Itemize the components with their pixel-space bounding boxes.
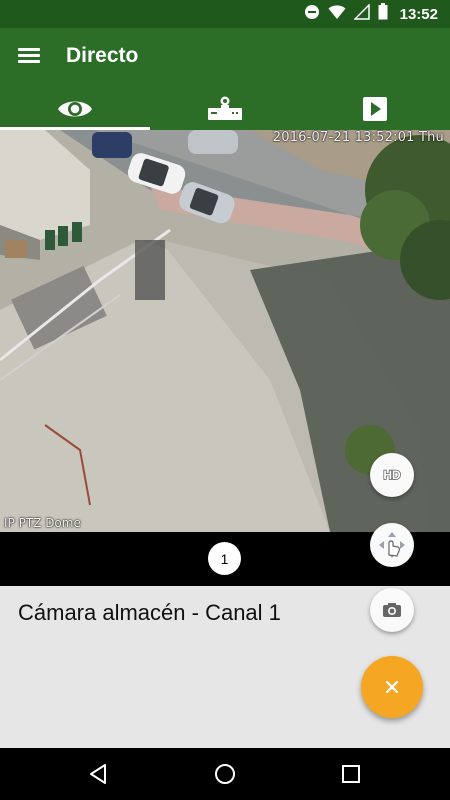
hd-quality-icon: HD (383, 467, 402, 482)
snapshot-button[interactable] (370, 588, 414, 632)
back-icon (90, 764, 106, 784)
dvr-recorder-icon (208, 96, 242, 120)
camera-title: Cámara almacén - Canal 1 (18, 600, 281, 625)
home-button[interactable] (211, 760, 239, 788)
wifi-icon (328, 4, 346, 25)
signal-icon (352, 2, 370, 25)
recents-icon (342, 765, 360, 783)
close-fab-button[interactable] (361, 656, 423, 718)
page-indicator[interactable]: 1 (208, 542, 241, 575)
tab-bar (0, 87, 450, 130)
recents-button[interactable] (337, 760, 365, 788)
eye-icon (58, 101, 92, 116)
do-not-disturb-icon (304, 4, 320, 25)
battery-icon (378, 3, 388, 25)
video-timestamp: 2016-07-21 13:52:01 Thu (272, 130, 444, 145)
back-button[interactable] (84, 760, 112, 788)
status-icons: 13:52 (304, 0, 438, 28)
tab-recorder[interactable] (150, 87, 300, 130)
tab-playback[interactable] (300, 87, 450, 130)
system-nav-bar (0, 748, 450, 800)
ptz-control-icon (379, 532, 405, 558)
home-icon (215, 764, 235, 784)
close-icon (385, 680, 399, 694)
status-time: 13:52 (399, 5, 438, 23)
hd-quality-button[interactable]: HD (370, 453, 414, 497)
hd-quality-label: HD (383, 468, 401, 482)
video-camera-label: IP PTZ Dome (4, 516, 81, 530)
snapshot-camera-icon (383, 603, 401, 617)
tab-live[interactable] (0, 87, 150, 130)
ptz-control-button[interactable] (370, 523, 414, 567)
status-bar: 13:52 (0, 0, 450, 28)
app-bar: Directo (0, 28, 450, 87)
play-icon (363, 96, 387, 121)
menu-icon[interactable] (18, 46, 42, 68)
page-title: Directo (66, 44, 139, 67)
